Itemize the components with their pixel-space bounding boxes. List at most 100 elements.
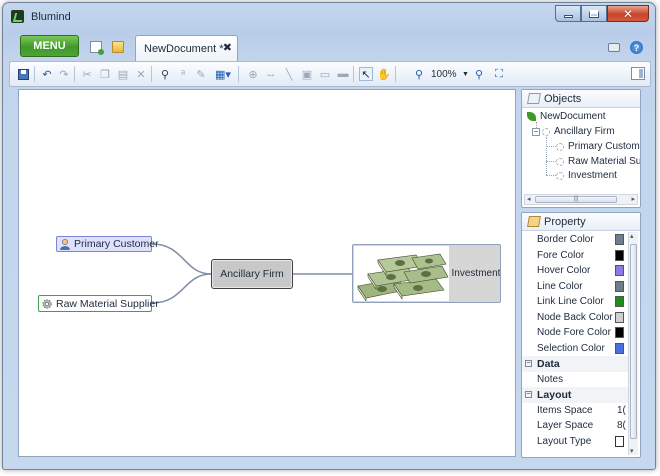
property-row[interactable]: Border Color [522,232,630,248]
share-icon[interactable] [608,43,620,52]
scroll-left-icon[interactable]: ◂ [527,195,531,203]
tab-close-icon[interactable]: ✖ [223,41,232,54]
property-label: Notes [537,373,564,385]
chevron-down-icon[interactable]: ▼ [462,71,469,78]
scrollbar-thumb[interactable] [630,244,637,439]
property-label: Selection Color [537,342,605,354]
property-row[interactable]: Layer Space 8( [522,418,630,434]
property-row[interactable]: Selection Color [522,341,630,357]
zoom-level[interactable]: 100% [431,69,457,80]
find-icon[interactable]: ⚲ [158,67,172,81]
color-swatch[interactable] [615,265,624,276]
tree-line [546,137,547,175]
toggle-side-panel-icon[interactable] [631,67,645,80]
insert-note-icon[interactable]: ▭ [318,67,332,81]
tab-newdocument[interactable]: NewDocument * ✖ [135,35,238,61]
collapse-toggle-icon[interactable]: − [532,128,540,136]
scroll-down-icon[interactable]: ▾ [630,447,634,455]
replace-icon[interactable]: ᵃ [176,67,190,81]
scroll-up-icon[interactable]: ▴ [630,232,634,240]
property-category-layout[interactable]: − Layout [522,387,630,403]
add-link-icon[interactable]: ↔ [264,67,278,81]
node-investment[interactable]: Investment [352,244,501,303]
mindmap-canvas[interactable]: Primary Customer Raw Material Supplier A… [18,89,516,457]
objects-tree: NewDocument − Ancillary Firm Primary Cus… [522,108,640,194]
tree-line [546,146,556,147]
window-controls: ✕ [555,5,649,22]
objects-horizontal-scrollbar[interactable]: ◂ ||| ▸ [524,194,638,205]
property-label: Line Color [537,280,583,292]
objects-icon [527,93,541,104]
redo-icon[interactable]: ↷ [57,67,71,81]
help-icon[interactable]: ? [630,41,643,54]
scroll-right-icon[interactable]: ▸ [631,195,635,203]
property-row[interactable]: Node Fore Color [522,325,630,341]
property-category-data[interactable]: − Data [522,356,630,372]
property-row[interactable]: Hover Color [522,263,630,279]
close-button[interactable]: ✕ [607,5,649,22]
property-value[interactable]: 8( [617,420,626,431]
app-window: Blumind ✕ MENU NewDocument * ✖ ? ↶ ↷ ✂ ❐… [2,2,656,470]
toolbar-separator [34,66,35,82]
scrollbar-thumb[interactable]: ||| [535,196,617,203]
color-swatch[interactable] [615,280,624,292]
layout-type-icon[interactable] [615,435,624,447]
color-swatch[interactable] [615,296,624,307]
property-label: Items Space [537,404,593,416]
open-folder-icon[interactable] [112,41,124,53]
tree-item-root[interactable]: NewDocument [527,111,606,122]
insert-image-icon[interactable]: ▣ [300,67,314,81]
paste-icon[interactable]: ▤ [116,67,130,81]
tree-item-label: Ancillary Firm [554,126,615,137]
leaf-icon [556,157,564,166]
tree-line [546,175,556,176]
node-raw-material-supplier[interactable]: Raw Material Supplier [38,295,159,312]
property-vertical-scrollbar[interactable]: ▴ ▾ [628,232,638,455]
tab-bar: MENU NewDocument * ✖ ? [9,33,651,61]
new-document-icon[interactable] [90,41,104,55]
node-primary-customer[interactable]: Primary Customer [56,236,159,252]
zoom-in-icon[interactable]: ⚲ [472,67,486,81]
tree-item-center[interactable]: Ancillary Firm [542,126,615,137]
property-grid: Border Color Fore Color Hover Color Line… [522,232,630,449]
tree-item-child[interactable]: Primary Custom [556,141,640,152]
add-topic-icon[interactable]: ⊕ [246,67,260,81]
node-center-topic[interactable]: Ancillary Firm [211,259,293,289]
tree-item-child[interactable]: Raw Material Su [556,156,640,167]
tree-item-child[interactable]: Investment [556,170,617,181]
menu-button[interactable]: MENU [20,35,79,57]
format-painter-icon[interactable]: ✎ [194,67,208,81]
save-button[interactable] [16,67,30,81]
theme-dropdown-icon[interactable]: ▦▾ [212,67,234,81]
zoom-out-icon[interactable]: ⚲ [412,67,426,81]
undo-icon[interactable]: ↶ [40,67,54,81]
property-row[interactable]: Notes [522,372,630,388]
collapse-toggle-icon[interactable]: − [525,360,532,367]
property-row[interactable]: Link Line Color [522,294,630,310]
fit-to-window-icon[interactable]: ⛶ [492,67,506,81]
color-swatch[interactable] [615,234,624,245]
delete-icon[interactable]: ✕ [134,67,148,81]
property-row[interactable]: Line Color [522,279,630,295]
color-swatch[interactable] [615,311,624,323]
draw-line-icon[interactable]: ╲ [282,67,296,81]
cut-icon[interactable]: ✂ [80,67,94,81]
maximize-button[interactable] [581,5,607,22]
property-label: Border Color [537,234,594,245]
minimize-button[interactable] [555,5,581,22]
collapse-toggle-icon[interactable]: − [525,391,532,398]
hand-pan-icon[interactable]: ✋ [377,67,391,81]
insert-label-icon[interactable]: ▬ [336,67,350,81]
property-row[interactable]: Layout Type [522,434,630,450]
property-row[interactable]: Node Back Color [522,310,630,326]
color-swatch[interactable] [615,342,624,354]
property-row[interactable]: Items Space 1( [522,403,630,419]
color-swatch[interactable] [615,327,624,338]
property-row[interactable]: Fore Color [522,248,630,264]
property-panel-header: Property [522,213,640,231]
copy-icon[interactable]: ❐ [98,67,112,81]
select-pointer-icon[interactable]: ↖ [359,67,373,81]
money-stack-illustration [357,253,449,302]
color-swatch[interactable] [615,249,624,261]
property-value[interactable]: 1( [617,405,626,416]
